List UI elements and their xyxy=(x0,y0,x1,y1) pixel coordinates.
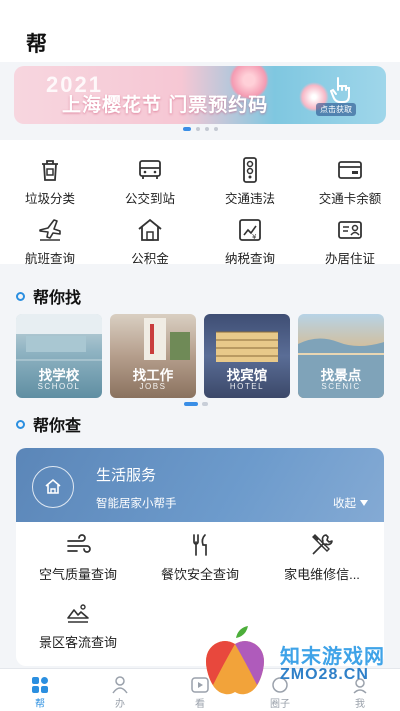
service-label: 办居住证 xyxy=(324,252,375,266)
svg-text:¥: ¥ xyxy=(252,233,257,241)
collapse-button[interactable]: 收起 xyxy=(333,495,368,511)
service-garbage-sorting[interactable]: 垃圾分类 xyxy=(0,156,100,207)
card-subtitle: SCENIC xyxy=(321,382,361,391)
section-title-text: 帮你查 xyxy=(33,418,82,435)
tab-bang[interactable]: 帮 xyxy=(0,669,80,711)
card-title: 找景点 xyxy=(320,368,362,383)
service-housing-fund[interactable]: 公积金 xyxy=(100,216,200,267)
tab-label: 办 xyxy=(115,699,125,710)
service-label: 公交到站 xyxy=(124,192,175,206)
person-icon xyxy=(112,676,128,694)
card-subtitle: HOTEL xyxy=(229,382,265,391)
item-appliance-repair[interactable]: 家电维修信... xyxy=(262,532,382,583)
traffic-light-icon xyxy=(243,157,257,183)
collapse-label: 收起 xyxy=(333,498,356,510)
tab-label: 帮 xyxy=(35,699,45,710)
section-marker-icon xyxy=(16,291,25,301)
item-label: 景区客流查询 xyxy=(38,635,117,650)
triangle-down-icon xyxy=(360,500,368,506)
pagination-dot xyxy=(213,127,218,131)
top-header: 帮 xyxy=(0,0,400,62)
banner-pagination xyxy=(0,127,400,131)
panel-header: 生活服务 智能居家小帮手 收起 xyxy=(16,448,384,522)
service-transit-card-balance[interactable]: 交通卡余额 xyxy=(300,156,400,207)
quick-services: 垃圾分类 公交到站 交通违法 交通卡余额 航班查询 公积金 ¥ 纳税查询 办居住… xyxy=(0,140,400,267)
card-title: 找工作 xyxy=(132,368,174,383)
tax-chart-icon: ¥ xyxy=(239,219,261,241)
transit-card-icon xyxy=(338,161,362,179)
pointer-hand-icon xyxy=(330,77,350,103)
house-fund-icon xyxy=(138,218,162,241)
grid-icon xyxy=(32,677,48,693)
pagination-dot xyxy=(195,127,200,131)
item-food-safety[interactable]: 餐饮安全查询 xyxy=(140,532,260,583)
service-tax-query[interactable]: ¥ 纳税查询 xyxy=(200,216,300,267)
item-label: 家电维修信... xyxy=(284,567,360,582)
cards-scroll-indicator xyxy=(184,402,208,406)
item-scenic-traffic[interactable]: 景区客流查询 xyxy=(18,600,138,651)
service-traffic-violation[interactable]: 交通违法 xyxy=(200,156,300,207)
scroll-indicator-dot xyxy=(184,402,198,406)
page-title: 帮 xyxy=(26,33,47,56)
banner-headline: 上海樱花节 门票预约码 xyxy=(62,95,269,116)
section-marker-icon xyxy=(16,419,25,429)
watermark-url: ZMO28.CN xyxy=(280,666,369,683)
banner-cta[interactable]: 点击获取 xyxy=(316,103,356,116)
home-icon xyxy=(45,478,61,494)
home-badge xyxy=(32,466,74,508)
trash-bin-icon xyxy=(42,160,58,181)
wind-icon xyxy=(67,534,91,553)
tab-ban[interactable]: 办 xyxy=(80,669,160,711)
panel-title: 生活服务 xyxy=(96,467,157,484)
card-find-scenic[interactable]: 找景点 SCENIC xyxy=(298,314,384,398)
find-cards: 找学校 SCHOOL 找工作 JOBS 找宾馆 HOTEL 找景点 SCENIC xyxy=(16,314,400,398)
check-section-title: 帮你查 xyxy=(16,412,81,436)
card-subtitle: JOBS xyxy=(139,382,167,391)
card-find-jobs[interactable]: 找工作 JOBS xyxy=(110,314,196,398)
item-label: 餐饮安全查询 xyxy=(160,567,239,582)
service-flight-query[interactable]: 航班查询 xyxy=(0,216,100,267)
bus-stop-icon xyxy=(139,160,161,179)
item-air-quality[interactable]: 空气质量查询 xyxy=(18,532,138,583)
card-find-hotel[interactable]: 找宾馆 HOTEL xyxy=(204,314,290,398)
airplane-icon xyxy=(39,219,61,241)
pagination-dot xyxy=(182,127,191,131)
service-label: 航班查询 xyxy=(24,252,75,266)
service-residence-permit[interactable]: 办居住证 xyxy=(300,216,400,267)
pagination-dot xyxy=(204,127,209,131)
service-label: 交通违法 xyxy=(224,192,275,206)
service-label: 公积金 xyxy=(131,252,169,266)
find-section-title: 帮你找 xyxy=(16,284,81,308)
mountain-icon xyxy=(67,604,89,623)
tools-icon xyxy=(312,534,333,555)
service-bus-arrival[interactable]: 公交到站 xyxy=(100,156,200,207)
card-title: 找学校 xyxy=(38,368,80,383)
id-card-icon xyxy=(338,221,362,239)
card-title: 找宾馆 xyxy=(226,368,268,383)
section-title-text: 帮你找 xyxy=(33,290,82,307)
card-subtitle: SCHOOL xyxy=(37,382,81,391)
fork-knife-icon xyxy=(193,534,207,556)
promo-banner[interactable]: 2021 上海樱花节 门票预约码 点击获取 xyxy=(14,66,386,124)
scroll-indicator-dot xyxy=(202,402,208,406)
service-label: 交通卡余额 xyxy=(318,192,382,206)
service-label: 垃圾分类 xyxy=(24,192,75,206)
watermark-brand: 知末游戏网 xyxy=(280,646,385,668)
item-label: 空气质量查询 xyxy=(38,567,117,582)
card-find-school[interactable]: 找学校 SCHOOL xyxy=(16,314,102,398)
apple-logo xyxy=(206,626,264,695)
watermark: 知末游戏网 ZMO28.CN xyxy=(200,622,400,702)
service-label: 纳税查询 xyxy=(224,252,275,266)
panel-subtitle: 智能居家小帮手 xyxy=(96,498,177,510)
